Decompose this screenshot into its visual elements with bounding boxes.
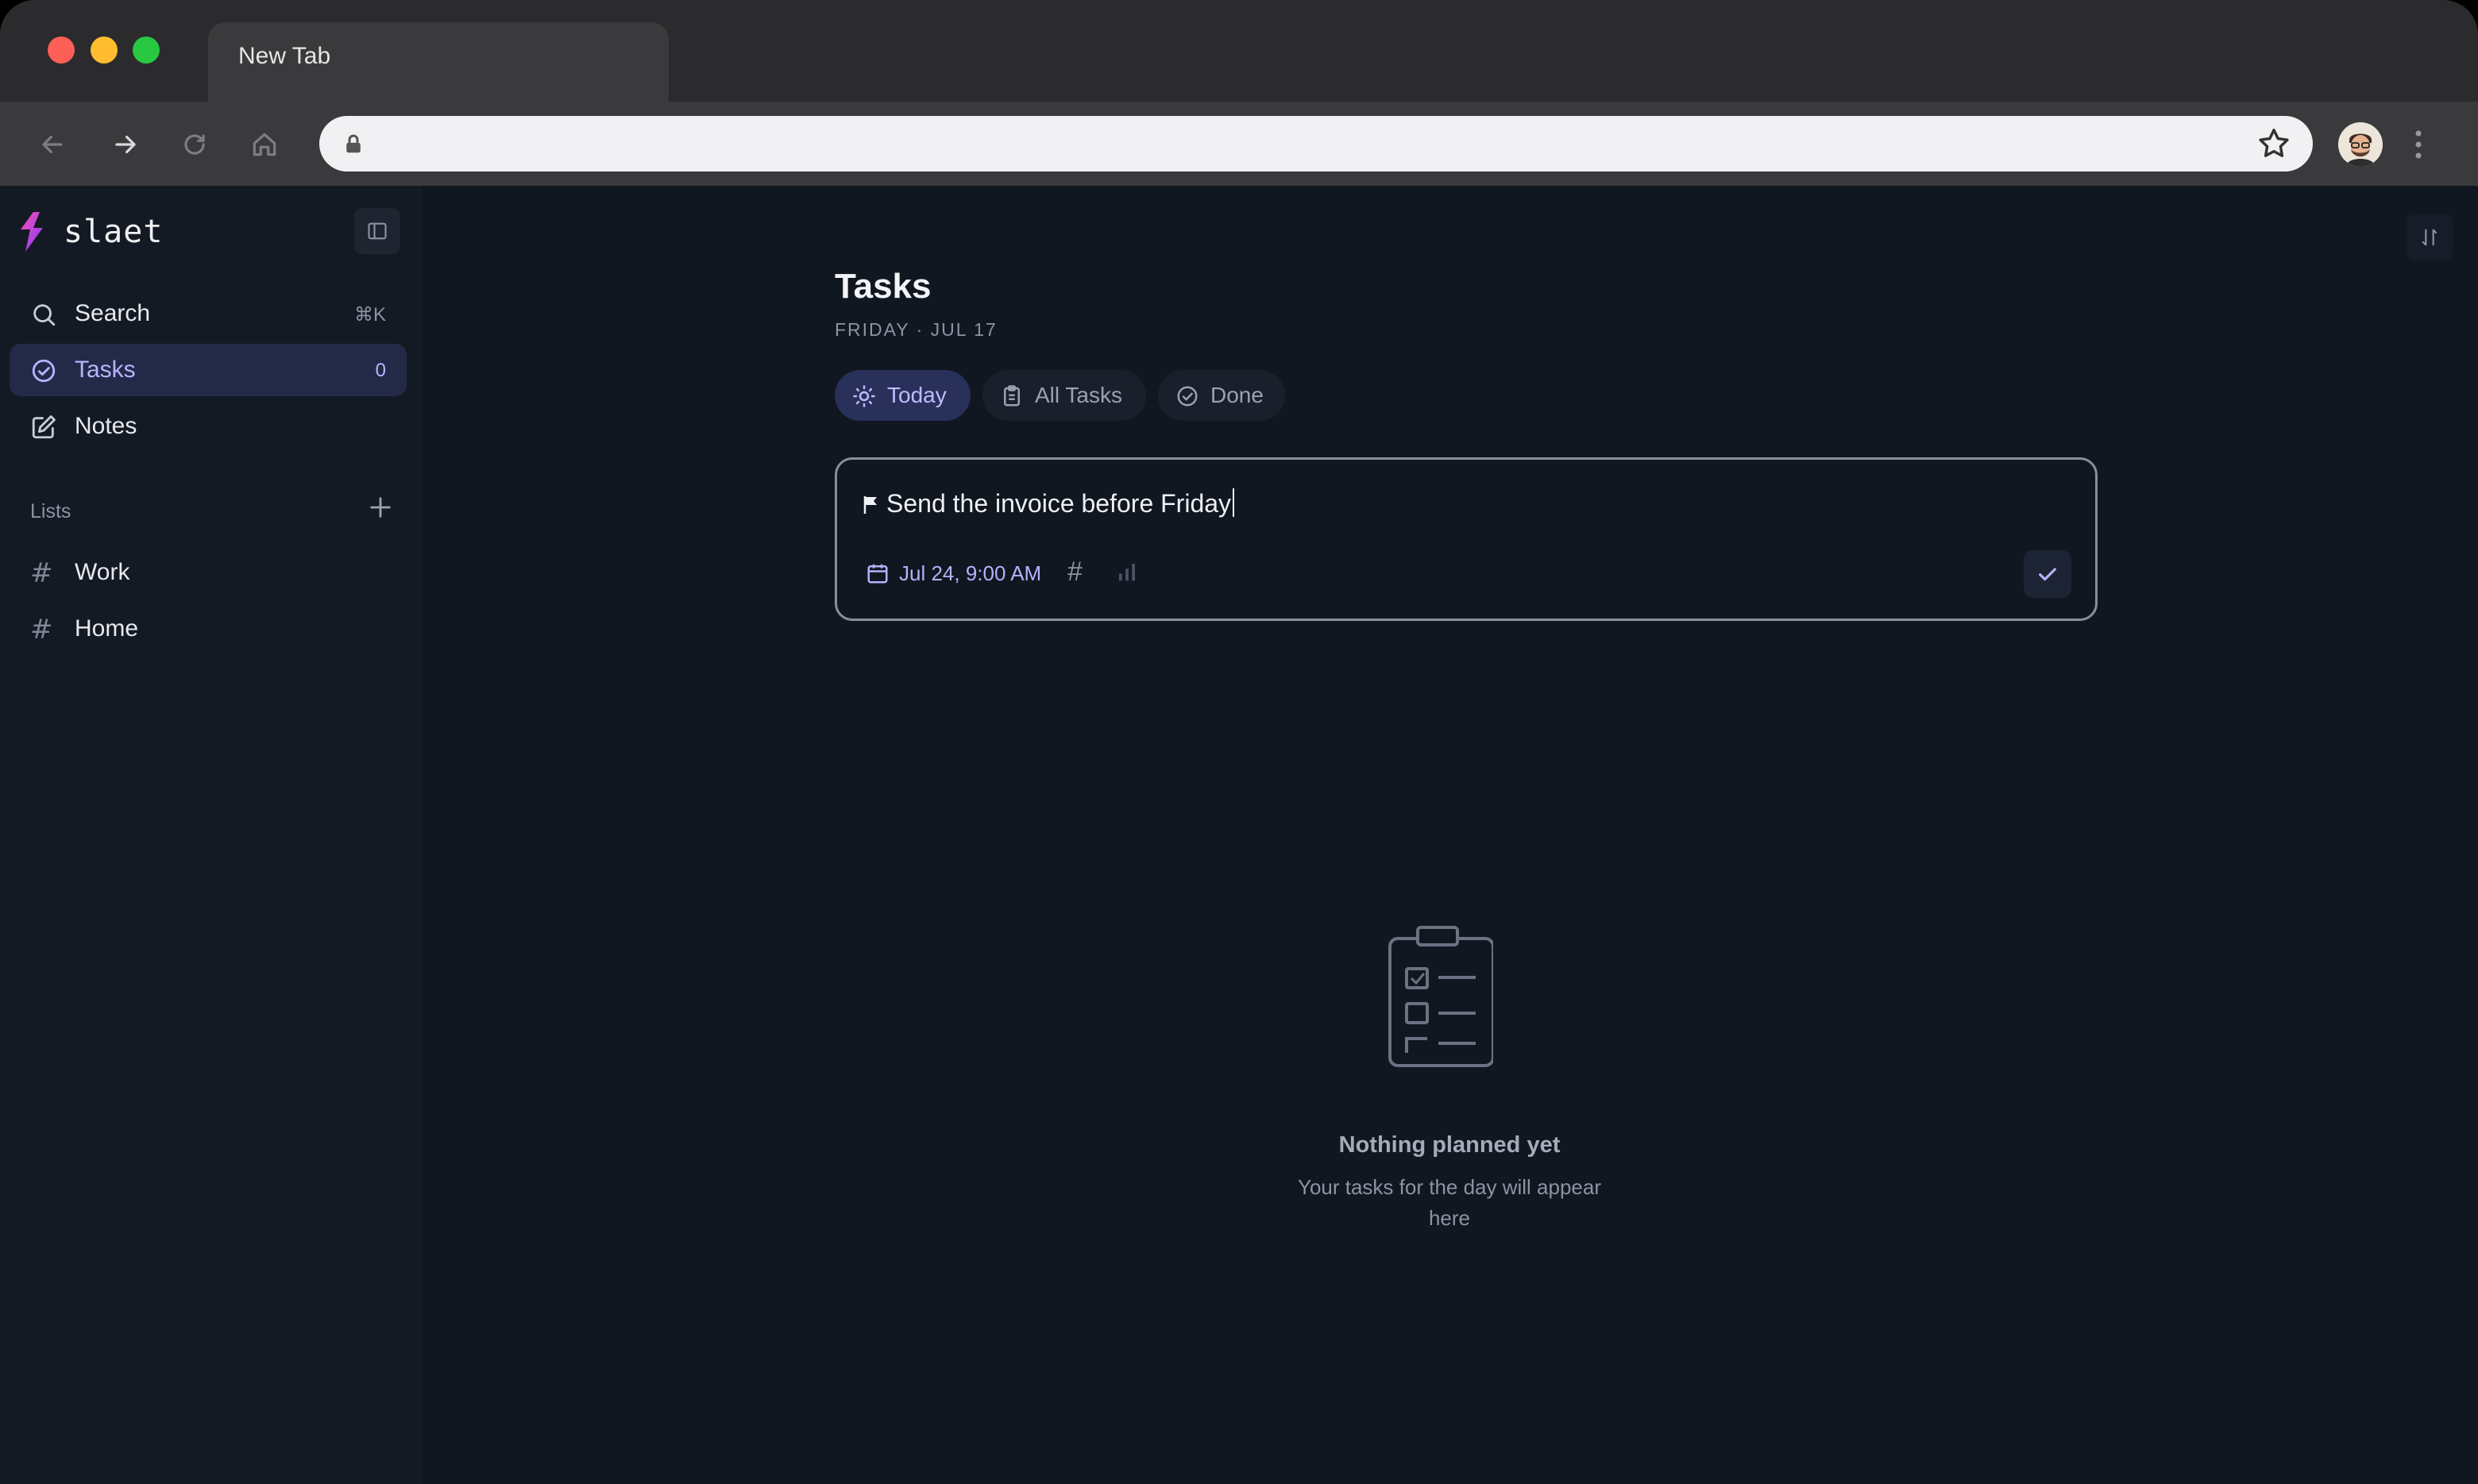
back-icon xyxy=(42,135,63,154)
close-window-button[interactable] xyxy=(48,37,75,64)
collapse-sidebar-button[interactable] xyxy=(354,208,400,254)
sort-button[interactable] xyxy=(2407,214,2453,260)
tasks-count-badge: 0 xyxy=(375,360,386,381)
empty-state-title: Nothing planned yet xyxy=(1338,1132,1561,1158)
due-date-chip[interactable]: Jul 24, 9:00 AM xyxy=(899,561,1041,586)
list-label: Work xyxy=(75,559,130,585)
empty-state-subtitle: Your tasks for the day will appear here xyxy=(1297,1175,1602,1230)
address-bar[interactable] xyxy=(319,116,2313,172)
check-circle-icon xyxy=(32,359,56,383)
hash-icon: # xyxy=(30,614,53,646)
sidebar: slaet Search ⌘K Tasks 0 Notes Lists # Wo… xyxy=(0,186,421,1484)
sidebar-item-notes[interactable]: Notes xyxy=(10,400,407,453)
sidebar-list-work[interactable]: # Work xyxy=(10,546,407,599)
tab-strip: New Tab xyxy=(0,0,2478,102)
reload-icon xyxy=(184,134,205,155)
sidebar-item-label: Notes xyxy=(75,413,137,439)
filter-label: All Tasks xyxy=(1035,383,1122,407)
sidebar-toggle-icon xyxy=(368,222,387,240)
forward-button[interactable] xyxy=(102,121,149,168)
search-icon xyxy=(33,304,56,326)
tab-all-tasks[interactable]: All Tasks xyxy=(982,370,1146,421)
browser-tab[interactable]: New Tab xyxy=(208,22,669,102)
calendar-icon[interactable] xyxy=(866,561,890,585)
minimize-window-button[interactable] xyxy=(91,37,118,64)
address-input[interactable] xyxy=(376,124,2203,164)
sidebar-list-home[interactable]: # Home xyxy=(10,603,407,655)
sidebar-item-tasks[interactable]: Tasks 0 xyxy=(10,344,407,396)
check-circle-icon xyxy=(1177,386,1198,407)
filter-label: Today xyxy=(887,383,947,407)
sort-arrows-icon xyxy=(2422,229,2437,246)
filter-label: Done xyxy=(1210,383,1264,407)
app-view: slaet Search ⌘K Tasks 0 Notes Lists # Wo… xyxy=(0,186,2478,1484)
reload-button[interactable] xyxy=(171,121,218,168)
sun-icon xyxy=(853,385,875,407)
forward-icon xyxy=(115,135,136,154)
back-button[interactable] xyxy=(29,121,76,168)
tab-title: New Tab xyxy=(238,43,331,69)
browser-window: New Tab slaet Search ⌘K Tasks 0 Notes Li… xyxy=(0,0,2478,1484)
task-input-text: Send the invoice before Friday xyxy=(886,489,1232,518)
sidebar-item-search[interactable]: Search ⌘K xyxy=(10,287,407,340)
brand-name: slaet xyxy=(64,214,164,250)
tab-today[interactable]: Today xyxy=(835,370,971,421)
empty-clipboard-illustration xyxy=(1388,926,1493,1067)
lists-heading: Lists xyxy=(30,500,71,522)
maximize-window-button[interactable] xyxy=(133,37,160,64)
submit-task-button[interactable] xyxy=(2024,550,2071,598)
clipboard-icon xyxy=(1004,385,1020,407)
home-button[interactable] xyxy=(241,121,288,168)
star-icon[interactable] xyxy=(2256,125,2292,162)
brand-logo-icon xyxy=(21,212,43,252)
task-input[interactable]: Send the invoice before Friday xyxy=(886,488,1235,518)
checkmark-icon xyxy=(2039,568,2056,581)
brand[interactable]: slaet xyxy=(14,210,163,254)
profile-avatar[interactable] xyxy=(2338,122,2383,167)
kebab-menu-icon[interactable] xyxy=(2407,122,2430,167)
priority-bars-icon[interactable] xyxy=(1115,560,1139,584)
browser-toolbar xyxy=(0,102,2478,186)
hash-tag-icon[interactable]: # xyxy=(1067,557,1083,588)
flag-icon xyxy=(863,496,877,514)
hash-icon: # xyxy=(30,557,53,589)
sidebar-item-label: Tasks xyxy=(75,357,136,383)
avatar-face-icon xyxy=(2338,122,2383,167)
home-icon xyxy=(253,133,276,156)
page-date: FRIDAY · JUL 17 xyxy=(835,319,998,340)
search-shortcut: ⌘K xyxy=(353,304,386,326)
sidebar-item-label: Search xyxy=(75,300,151,326)
list-label: Home xyxy=(75,615,139,642)
task-composer[interactable]: Send the invoice before Friday Jul 24, 9… xyxy=(835,457,2098,621)
add-list-icon[interactable] xyxy=(367,494,394,521)
tab-done[interactable]: Done xyxy=(1158,370,1285,421)
page-title: Tasks xyxy=(835,267,932,306)
lock-icon xyxy=(346,134,361,153)
edit-note-icon xyxy=(32,415,56,439)
